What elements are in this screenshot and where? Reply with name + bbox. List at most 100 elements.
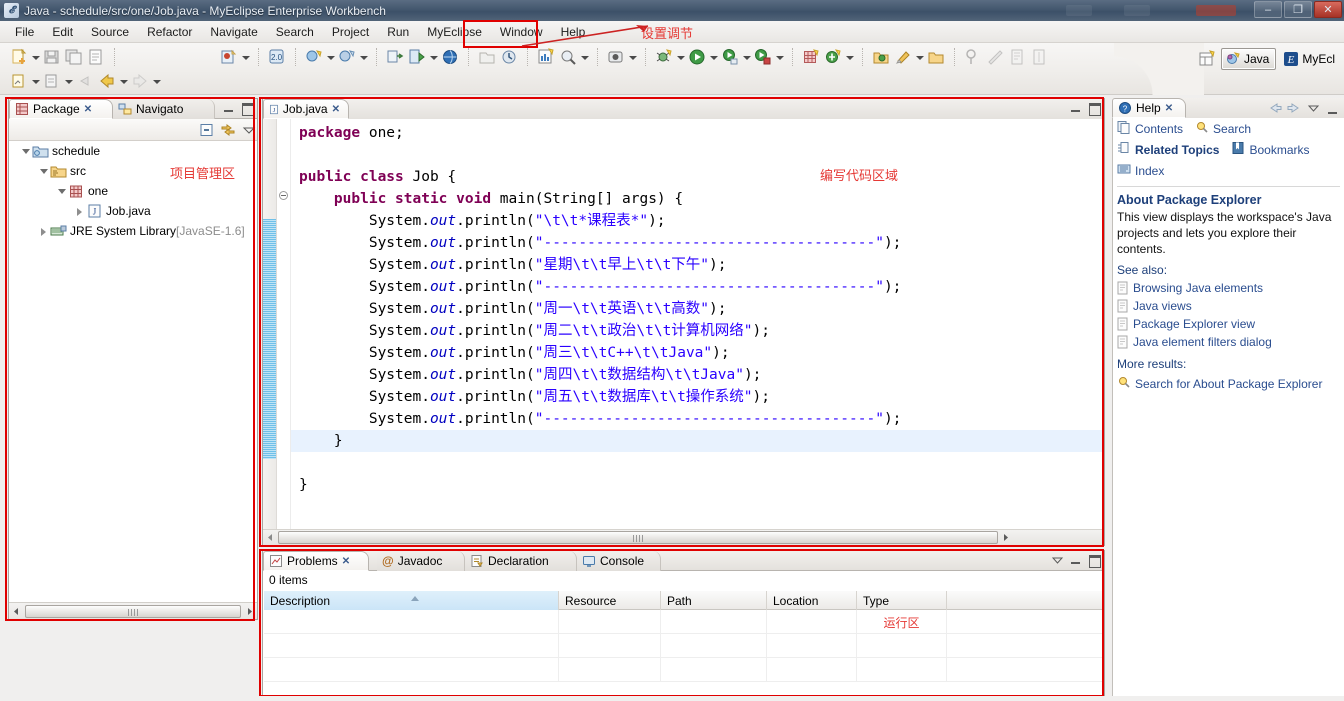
- menu-project[interactable]: Project: [323, 23, 378, 41]
- view-menu-icon[interactable]: [1051, 553, 1065, 567]
- column-path[interactable]: Path: [661, 591, 767, 610]
- run-icon[interactable]: [687, 47, 707, 67]
- minimize-icon[interactable]: [1069, 101, 1083, 115]
- scroll-left-icon[interactable]: [263, 530, 278, 545]
- debug-dropdown-icon[interactable]: [675, 47, 686, 67]
- menu-help[interactable]: Help: [552, 23, 595, 41]
- forward-dropdown-icon[interactable]: [151, 71, 162, 91]
- new-class-dropdown-icon[interactable]: [325, 47, 336, 67]
- chevron-down-icon[interactable]: [37, 165, 50, 178]
- minimize-icon[interactable]: [1069, 553, 1083, 567]
- menu-myeclipse[interactable]: MyEclipse: [418, 23, 491, 41]
- history-icon[interactable]: [499, 47, 519, 67]
- tree-item-jre-system-library[interactable]: JRE System Library [JavaSE-1.6]: [9, 221, 257, 241]
- help-link-label[interactable]: Search for About Package Explorer: [1135, 377, 1322, 391]
- run-secure-dropdown-icon[interactable]: [774, 47, 785, 67]
- pin-editor-icon[interactable]: [963, 47, 983, 67]
- scrollbar-thumb[interactable]: [25, 604, 241, 618]
- run-dropdown-icon[interactable]: [708, 47, 719, 67]
- minimize-icon[interactable]: [222, 101, 236, 115]
- close-icon[interactable]: ✕: [84, 104, 92, 115]
- new-wizard-dropdown-icon[interactable]: [30, 47, 41, 67]
- help-see-also-item[interactable]: Browsing Java elements: [1113, 279, 1344, 297]
- tab-job-java[interactable]: J Job.java ✕: [263, 99, 349, 119]
- back-icon[interactable]: [1267, 101, 1282, 118]
- collapse-all-icon[interactable]: [199, 122, 215, 138]
- run-server-icon[interactable]: [407, 47, 427, 67]
- menu-window[interactable]: Window: [491, 23, 552, 41]
- menu-search[interactable]: Search: [267, 23, 323, 41]
- open-type-icon[interactable]: [871, 47, 891, 67]
- help-see-also-item[interactable]: Package Explorer view: [1113, 315, 1344, 333]
- close-icon[interactable]: ✕: [1165, 103, 1173, 114]
- maximize-icon[interactable]: [1087, 553, 1101, 568]
- back-dropdown-icon[interactable]: [118, 71, 129, 91]
- tree-item-schedule[interactable]: schedule: [9, 141, 257, 161]
- tree-item-one[interactable]: one: [9, 181, 257, 201]
- tab-problems[interactable]: Problems ✕: [263, 551, 369, 571]
- new-java-dropdown-icon[interactable]: [240, 47, 251, 67]
- forward-icon[interactable]: [1287, 101, 1302, 118]
- maximize-button[interactable]: ❐: [1284, 1, 1312, 18]
- new-file-wizard-icon[interactable]: [9, 71, 29, 91]
- menu-run[interactable]: Run: [378, 23, 418, 41]
- help-link-index[interactable]: Index: [1135, 164, 1164, 178]
- menu-source[interactable]: Source: [82, 23, 138, 41]
- search-toolbar-icon[interactable]: [558, 47, 578, 67]
- table-row[interactable]: [264, 658, 1103, 682]
- new-annotation-icon[interactable]: [823, 47, 843, 67]
- tab-help[interactable]: ? Help ✕: [1112, 98, 1186, 118]
- run-secure-icon[interactable]: [753, 47, 773, 67]
- next-annotation-dropdown-icon[interactable]: [63, 71, 74, 91]
- package-explorer-tree[interactable]: schedule src one J Job.java JRE System L…: [9, 141, 257, 618]
- editor-hscrollbar[interactable]: [263, 529, 1104, 545]
- column-type[interactable]: Type: [857, 591, 947, 610]
- scroll-left-icon[interactable]: [9, 604, 24, 619]
- new-interface-icon[interactable]: [337, 47, 357, 67]
- package-explorer-hscrollbar[interactable]: [9, 602, 257, 619]
- new-annotation-dropdown-icon[interactable]: [844, 47, 855, 67]
- close-icon[interactable]: ✕: [332, 104, 340, 115]
- ejb-icon[interactable]: 2.0: [267, 47, 287, 67]
- close-button[interactable]: ✕: [1314, 1, 1342, 18]
- link-with-editor-icon[interactable]: [220, 122, 236, 138]
- debug-icon[interactable]: [654, 47, 674, 67]
- table-row[interactable]: 运行区: [264, 610, 1103, 634]
- close-icon[interactable]: ✕: [342, 556, 350, 567]
- column-description[interactable]: Description: [264, 591, 559, 610]
- chevron-down-icon[interactable]: [55, 185, 68, 198]
- view-menu-icon[interactable]: [1307, 101, 1321, 118]
- deploy-icon[interactable]: [385, 47, 405, 67]
- open-resource-icon[interactable]: [893, 47, 913, 67]
- minimize-icon[interactable]: [1326, 103, 1340, 117]
- tab-javadoc[interactable]: @ Javadoc: [377, 551, 465, 571]
- tab-console[interactable]: Console: [577, 551, 661, 571]
- search-dropdown-icon[interactable]: [579, 47, 590, 67]
- snapshot-dropdown-icon[interactable]: [627, 47, 638, 67]
- help-more-results-item[interactable]: Search for About Package Explorer: [1113, 373, 1344, 394]
- open-external-icon[interactable]: [477, 47, 497, 67]
- menu-file[interactable]: File: [6, 23, 43, 41]
- fold-collapse-icon[interactable]: [279, 191, 288, 200]
- toggle-mark-occurrences-icon[interactable]: [985, 47, 1005, 67]
- help-see-also-item[interactable]: Java views: [1113, 297, 1344, 315]
- help-link-bookmarks[interactable]: Bookmarks: [1249, 143, 1309, 157]
- perspective-java[interactable]: Java: [1220, 48, 1277, 70]
- menu-edit[interactable]: Edit: [43, 23, 82, 41]
- chevron-down-icon[interactable]: [19, 145, 32, 158]
- scroll-right-icon[interactable]: [998, 530, 1013, 545]
- chevron-right-icon[interactable]: [73, 205, 86, 218]
- tab-declaration[interactable]: Declaration: [465, 551, 577, 571]
- help-link-label[interactable]: Java element filters dialog: [1133, 335, 1272, 349]
- menu-navigate[interactable]: Navigate: [201, 23, 266, 41]
- forward-navigation-icon[interactable]: [130, 71, 150, 91]
- new-file-dropdown-icon[interactable]: [30, 71, 41, 91]
- open-folder-icon[interactable]: [926, 47, 946, 67]
- tab-package-explorer[interactable]: Package ✕: [9, 99, 113, 119]
- run-external-dropdown-icon[interactable]: [741, 47, 752, 67]
- problems-table[interactable]: Description Resource Path Location Type …: [264, 591, 1103, 694]
- column-resource[interactable]: Resource: [559, 591, 661, 610]
- column-location[interactable]: Location: [767, 591, 857, 610]
- help-link-label[interactable]: Browsing Java elements: [1133, 281, 1263, 295]
- maximize-icon[interactable]: [1087, 101, 1101, 116]
